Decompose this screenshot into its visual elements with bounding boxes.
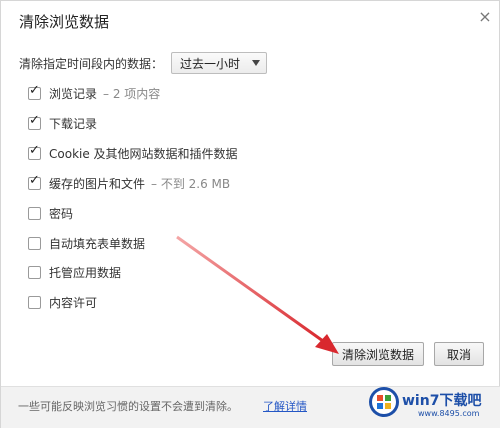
option-passwords[interactable]: 密码	[28, 205, 73, 221]
check-icon: ✓	[29, 82, 40, 98]
watermark: win7下载吧 www.8495.com	[368, 384, 498, 426]
check-icon: ✓	[29, 172, 40, 188]
learn-more-link[interactable]: 了解详情	[263, 398, 307, 414]
chevron-down-icon	[252, 60, 261, 66]
option-label: 缓存的图片和文件	[49, 176, 146, 191]
checkbox-cache[interactable]: ✓	[28, 173, 41, 190]
check-icon: ✓	[29, 142, 40, 158]
time-range-value: 过去一小时	[180, 56, 241, 71]
option-label: Cookie 及其他网站数据和插件数据	[49, 146, 238, 161]
check-icon: ✓	[29, 112, 40, 128]
watermark-url: www.8495.com	[418, 409, 480, 418]
option-label: 托管应用数据	[49, 265, 122, 280]
option-download-history[interactable]: ✓ 下载记录	[28, 113, 98, 131]
checkbox-download-history[interactable]: ✓	[28, 113, 41, 130]
checkbox-browsing-history[interactable]: ✓	[28, 83, 41, 100]
option-label: 下载记录	[49, 116, 98, 131]
clear-browsing-data-button[interactable]: 清除浏览数据	[332, 342, 424, 366]
option-autofill[interactable]: 自动填充表单数据	[28, 235, 145, 251]
time-range-label: 清除指定时间段内的数据：	[19, 56, 164, 71]
cancel-button[interactable]: 取消	[434, 342, 484, 366]
time-range-row: 清除指定时间段内的数据： 过去一小时	[19, 52, 268, 74]
option-label: 自动填充表单数据	[49, 236, 146, 251]
option-meta: – 2 项内容	[103, 86, 161, 101]
option-hosted-app-data[interactable]: 托管应用数据	[28, 264, 121, 280]
option-browsing-history[interactable]: ✓ 浏览记录 – 2 项内容	[28, 83, 161, 101]
checkbox-cookies[interactable]: ✓	[28, 143, 41, 160]
option-label: 密码	[49, 206, 74, 221]
option-label: 内容许可	[49, 295, 98, 310]
checkbox-content-licenses[interactable]	[28, 295, 41, 309]
footer-note: 一些可能反映浏览习惯的设置不会遭到清除。	[18, 400, 238, 413]
option-content-licenses[interactable]: 内容许可	[28, 294, 97, 310]
checkbox-passwords[interactable]	[28, 206, 41, 220]
time-range-select[interactable]: 过去一小时	[171, 52, 268, 74]
option-cache[interactable]: ✓ 缓存的图片和文件 – 不到 2.6 MB	[28, 173, 231, 191]
option-meta: – 不到 2.6 MB	[151, 176, 231, 191]
dialog-title: 清除浏览数据	[19, 13, 110, 31]
win7-logo-icon	[369, 387, 399, 417]
close-icon[interactable]: ×	[475, 7, 495, 27]
checkbox-autofill[interactable]	[28, 236, 41, 250]
option-label: 浏览记录	[49, 86, 98, 101]
option-cookies[interactable]: ✓ Cookie 及其他网站数据和插件数据	[28, 143, 238, 161]
checkbox-hosted-app-data[interactable]	[28, 265, 41, 279]
watermark-text: win7下载吧	[402, 393, 482, 409]
clear-browsing-data-dialog: 清除浏览数据 × 清除指定时间段内的数据： 过去一小时 ✓ 浏览记录 – 2 项…	[0, 0, 500, 428]
